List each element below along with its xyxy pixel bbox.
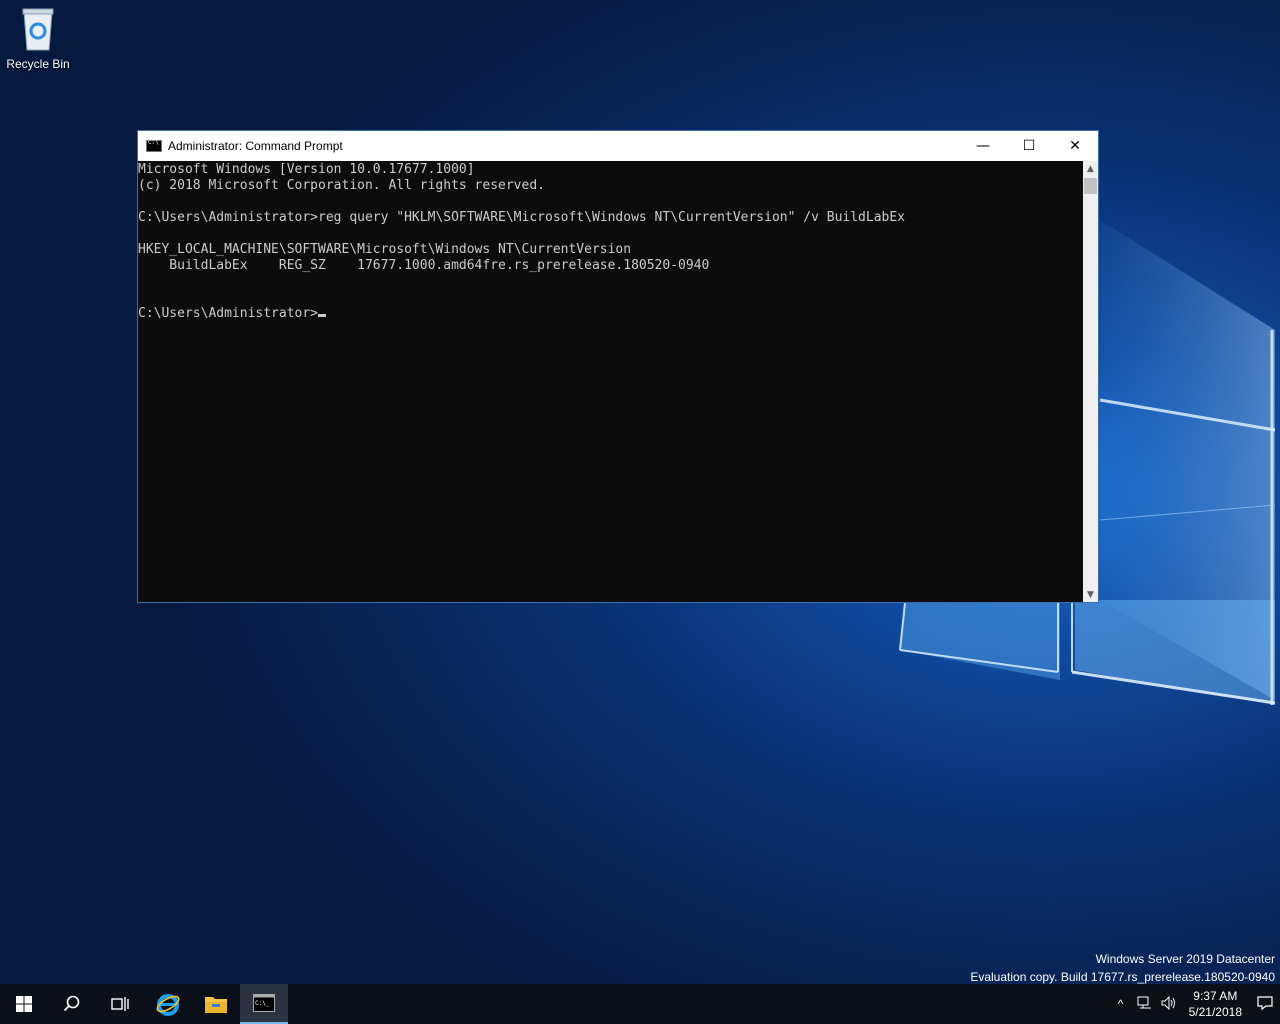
clock-date: 5/21/2018 xyxy=(1188,1005,1242,1019)
system-tray: ^ 9:37 AM 5/21/2018 xyxy=(1109,984,1280,1024)
svg-text:C:\_: C:\_ xyxy=(255,1000,270,1007)
console-text: Microsoft Windows [Version 10.0.17677.10… xyxy=(138,162,1084,306)
command-prompt-icon: C:\_ xyxy=(253,994,275,1012)
file-explorer-button[interactable] xyxy=(192,984,240,1024)
console-line: HKEY_LOCAL_MACHINE\SOFTWARE\Microsoft\Wi… xyxy=(138,242,632,257)
window-title: Administrator: Command Prompt xyxy=(168,139,343,153)
vertical-scrollbar[interactable]: ▲ ▼ xyxy=(1083,161,1098,602)
task-view-button[interactable] xyxy=(96,984,144,1024)
close-button[interactable]: ✕ xyxy=(1052,131,1098,161)
show-hidden-icons-chevron[interactable]: ^ xyxy=(1109,997,1133,1011)
console-output[interactable]: Microsoft Windows [Version 10.0.17677.10… xyxy=(138,161,1084,602)
scroll-thumb[interactable] xyxy=(1084,178,1097,194)
console-line: BuildLabEx REG_SZ 17677.1000.amd64fre.rs… xyxy=(138,258,710,273)
file-explorer-icon xyxy=(205,997,227,1013)
volume-icon[interactable] xyxy=(1157,995,1181,1013)
action-center-icon[interactable] xyxy=(1250,995,1280,1014)
internet-explorer-icon xyxy=(156,994,180,1016)
minimize-button[interactable]: — xyxy=(960,131,1006,161)
scroll-up-arrow-icon[interactable]: ▲ xyxy=(1083,161,1098,176)
command-prompt-window[interactable]: Administrator: Command Prompt — ☐ ✕ Micr… xyxy=(137,130,1099,603)
recycle-bin[interactable]: Recycle Bin xyxy=(4,6,72,71)
clock[interactable]: 9:37 AM 5/21/2018 xyxy=(1181,988,1250,1020)
internet-explorer-button[interactable] xyxy=(144,984,192,1024)
network-icon[interactable] xyxy=(1133,996,1157,1013)
recycle-bin-label: Recycle Bin xyxy=(6,57,70,71)
search-icon xyxy=(63,995,80,1012)
clock-time: 9:37 AM xyxy=(1193,989,1238,1003)
recycle-bin-icon xyxy=(4,6,72,55)
task-view-icon xyxy=(111,997,129,1011)
edition-watermark: Windows Server 2019 Datacenter Evaluatio… xyxy=(970,950,1275,986)
maximize-button[interactable]: ☐ xyxy=(1006,131,1052,161)
scroll-down-arrow-icon[interactable]: ▼ xyxy=(1083,587,1098,602)
console-prompt: C:\Users\Administrator> xyxy=(138,306,319,321)
command-prompt-icon xyxy=(146,139,162,152)
edition-line: Windows Server 2019 Datacenter xyxy=(1095,952,1275,966)
command-prompt-taskbar-button[interactable]: C:\_ xyxy=(240,984,288,1024)
console-line: (c) 2018 Microsoft Corporation. All righ… xyxy=(138,178,545,193)
text-cursor xyxy=(318,314,327,317)
windows-logo-icon xyxy=(16,996,32,1012)
start-button[interactable] xyxy=(0,984,48,1024)
taskbar: C:\_ xyxy=(0,984,1280,1024)
title-bar[interactable]: Administrator: Command Prompt — ☐ ✕ xyxy=(138,131,1098,161)
console-line: Microsoft Windows [Version 10.0.17677.10… xyxy=(138,162,475,177)
console-line: C:\Users\Administrator>reg query "HKLM\S… xyxy=(138,210,906,225)
search-button[interactable] xyxy=(48,984,96,1024)
